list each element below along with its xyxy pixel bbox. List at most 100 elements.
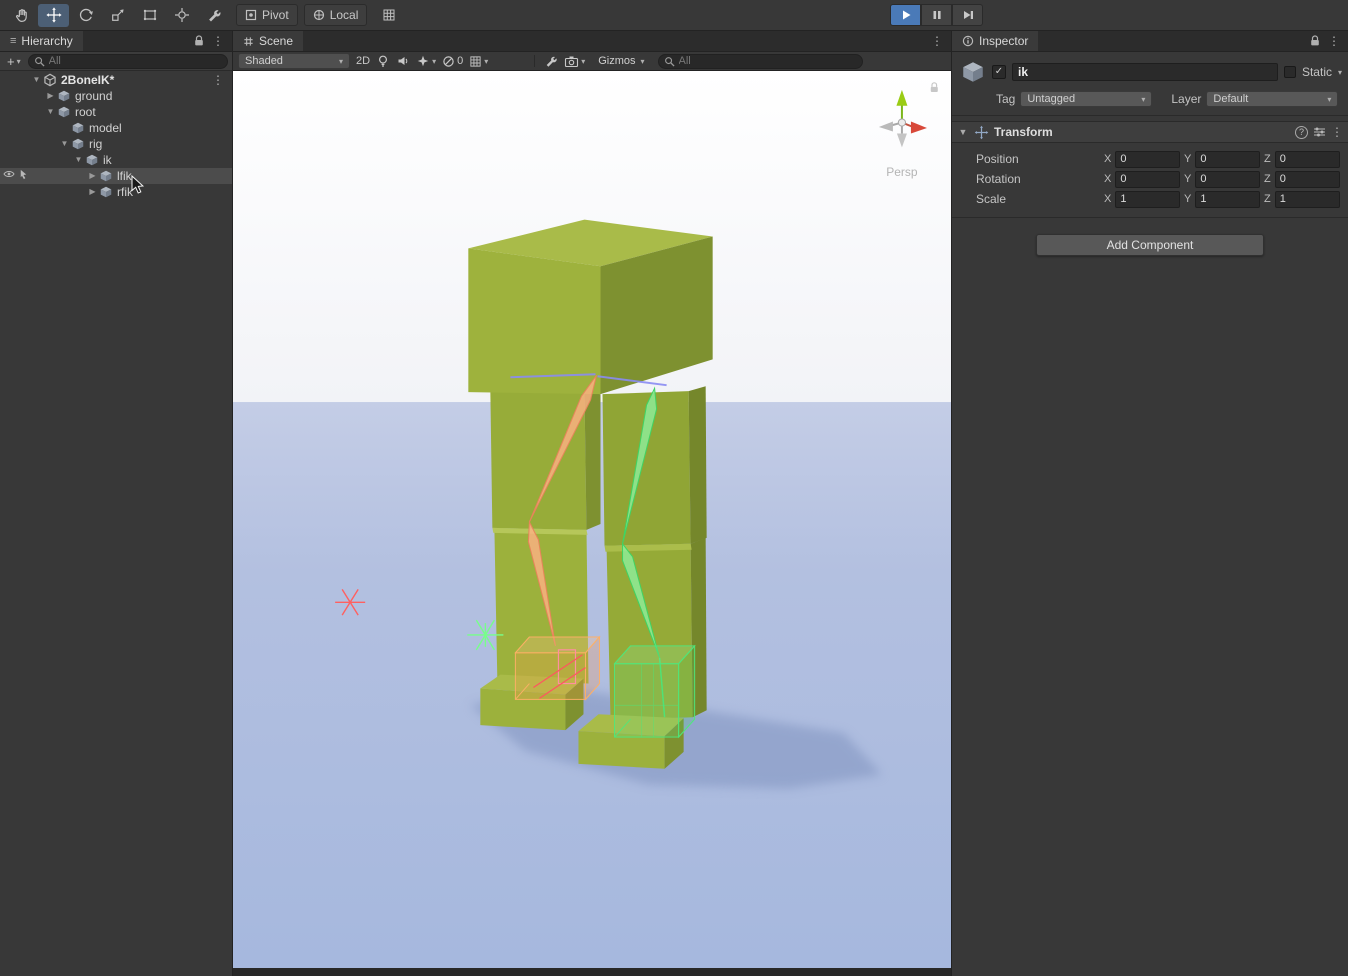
foldout-icon[interactable]: ▼ bbox=[58, 136, 71, 152]
scene-viewport[interactable]: Persp bbox=[233, 71, 951, 968]
scene-search-input[interactable] bbox=[679, 55, 857, 67]
scale-y-field[interactable] bbox=[1195, 191, 1260, 208]
scale-tool-button[interactable] bbox=[102, 4, 133, 27]
create-object-button[interactable]: + ▾ bbox=[4, 54, 24, 69]
hierarchy-item-ik[interactable]: ▼ ik bbox=[0, 152, 232, 168]
visibility-eye-icon[interactable] bbox=[3, 169, 15, 179]
scene-row-menu-icon[interactable]: ⋮ bbox=[212, 74, 224, 86]
pause-icon bbox=[930, 8, 944, 22]
hierarchy-search-input[interactable] bbox=[49, 55, 222, 67]
play-button[interactable] bbox=[890, 4, 921, 26]
foldout-icon[interactable]: ▼ bbox=[72, 152, 85, 168]
hierarchy-menu-icon[interactable]: ⋮ bbox=[212, 35, 224, 47]
visibility-slash-icon bbox=[442, 55, 455, 68]
pickability-icon[interactable] bbox=[18, 169, 29, 180]
hierarchy-title: Hierarchy bbox=[21, 34, 72, 48]
chevron-down-icon: ▾ bbox=[339, 57, 343, 66]
play-controls bbox=[890, 4, 983, 26]
hand-tool-button[interactable] bbox=[6, 4, 37, 27]
tag-dropdown[interactable]: Untagged ▾ bbox=[1020, 91, 1152, 107]
inspector-lock-icon[interactable] bbox=[1310, 35, 1320, 47]
tab-hierarchy[interactable]: ≡ Hierarchy bbox=[0, 31, 83, 51]
presets-icon[interactable] bbox=[1313, 126, 1326, 138]
foldout-icon[interactable]: ▶ bbox=[44, 88, 57, 104]
hierarchy-item-rig[interactable]: ▼ rig bbox=[0, 136, 232, 152]
step-button[interactable] bbox=[952, 4, 983, 26]
help-icon[interactable]: ? bbox=[1295, 126, 1308, 139]
hierarchy-lock-icon[interactable] bbox=[194, 35, 204, 47]
step-icon bbox=[961, 8, 975, 22]
position-y-field[interactable] bbox=[1195, 151, 1260, 168]
hierarchy-item-root[interactable]: ▼ root bbox=[0, 104, 232, 120]
tab-scene[interactable]: Scene bbox=[233, 31, 303, 51]
hierarchy-item-ground[interactable]: ▶ ground bbox=[0, 88, 232, 104]
foldout-icon[interactable]: ▶ bbox=[86, 168, 99, 184]
cube-icon bbox=[71, 121, 85, 135]
gizmos-dropdown[interactable]: Gizmos ▾ bbox=[591, 53, 651, 69]
rotation-x-field[interactable] bbox=[1115, 171, 1180, 188]
local-toggle-button[interactable]: Local bbox=[304, 4, 368, 26]
rotate-tool-button[interactable] bbox=[70, 4, 101, 27]
rect-tool-button[interactable] bbox=[134, 4, 165, 27]
camera-settings-button[interactable]: ▾ bbox=[564, 55, 585, 68]
scale-x-field[interactable] bbox=[1115, 191, 1180, 208]
item-label: ik bbox=[103, 152, 112, 168]
scale-tool-icon bbox=[110, 7, 126, 23]
foldout-icon[interactable]: ▼ bbox=[44, 104, 57, 120]
position-x-field[interactable] bbox=[1115, 151, 1180, 168]
tool-settings-button[interactable] bbox=[544, 54, 558, 68]
scene-foldout-icon[interactable]: ▼ bbox=[30, 72, 43, 88]
2d-toggle-button[interactable]: 2D bbox=[356, 55, 370, 67]
scene-effects-button[interactable]: ▾ bbox=[416, 54, 436, 68]
hierarchy-item-model[interactable]: model bbox=[0, 120, 232, 136]
rotation-y-field[interactable] bbox=[1195, 171, 1260, 188]
perspective-label[interactable]: Persp bbox=[886, 165, 918, 179]
hierarchy-item-rfik[interactable]: ▶ rfik bbox=[0, 184, 232, 200]
add-component-button[interactable]: Add Component bbox=[1036, 234, 1264, 256]
y-label: Y bbox=[1184, 193, 1191, 205]
grid-snapping-button[interactable] bbox=[373, 4, 404, 27]
hierarchy-search-box[interactable] bbox=[28, 54, 228, 69]
hierarchy-tab-bar: ≡ Hierarchy ⋮ bbox=[0, 31, 232, 52]
transform-tool-button[interactable] bbox=[166, 4, 197, 27]
transform-foldout-icon[interactable]: ▼ bbox=[957, 127, 969, 137]
hand-tool-icon bbox=[14, 7, 30, 23]
hierarchy-item-lfik[interactable]: ▶ lfik bbox=[0, 168, 232, 184]
custom-tool-button[interactable] bbox=[198, 4, 229, 27]
pivot-toggle-button[interactable]: Pivot bbox=[236, 4, 298, 26]
transform-menu-icon[interactable]: ⋮ bbox=[1331, 126, 1343, 138]
scale-z-field[interactable] bbox=[1275, 191, 1340, 208]
gameobject-name-field[interactable] bbox=[1012, 63, 1278, 81]
rotation-z-field[interactable] bbox=[1275, 171, 1340, 188]
chevron-down-icon: ▾ bbox=[1141, 95, 1145, 104]
chevron-down-icon: ▾ bbox=[641, 57, 645, 66]
static-dropdown-arrow-icon[interactable]: ▾ bbox=[1338, 68, 1342, 77]
inspector-menu-icon[interactable]: ⋮ bbox=[1328, 35, 1340, 47]
inspector-tab-bar: Inspector ⋮ bbox=[952, 31, 1348, 52]
gameobject-cube-icon[interactable] bbox=[960, 59, 986, 85]
layer-dropdown[interactable]: Default ▾ bbox=[1206, 91, 1338, 107]
local-label: Local bbox=[330, 8, 359, 22]
move-tool-button[interactable] bbox=[38, 4, 69, 27]
pause-button[interactable] bbox=[921, 4, 952, 26]
static-checkbox[interactable] bbox=[1284, 66, 1296, 78]
effects-star-icon bbox=[416, 54, 430, 68]
scene-search-box[interactable] bbox=[658, 54, 863, 69]
position-z-field[interactable] bbox=[1275, 151, 1340, 168]
draw-mode-dropdown[interactable]: Shaded ▾ bbox=[238, 53, 350, 69]
active-checkbox[interactable]: ✓ bbox=[992, 65, 1006, 79]
scene-grid-button[interactable]: ▾ bbox=[469, 55, 488, 68]
hidden-objects-button[interactable]: 0 bbox=[442, 55, 463, 68]
rotation-label: Rotation bbox=[976, 172, 1104, 186]
scene-menu-icon[interactable]: ⋮ bbox=[931, 35, 943, 47]
tab-inspector[interactable]: Inspector bbox=[952, 31, 1038, 51]
x-label: X bbox=[1104, 173, 1111, 185]
transform-component-header[interactable]: ▼ Transform ? ⋮ bbox=[952, 121, 1348, 143]
move-tool-icon bbox=[46, 7, 62, 23]
search-icon bbox=[34, 56, 45, 67]
item-label: rig bbox=[89, 136, 102, 152]
scene-lighting-button[interactable] bbox=[376, 54, 390, 68]
scene-audio-button[interactable] bbox=[396, 54, 410, 68]
scene-root-row[interactable]: ▼ 2BoneIK* ⋮ bbox=[0, 72, 232, 88]
foldout-icon[interactable]: ▶ bbox=[86, 184, 99, 200]
